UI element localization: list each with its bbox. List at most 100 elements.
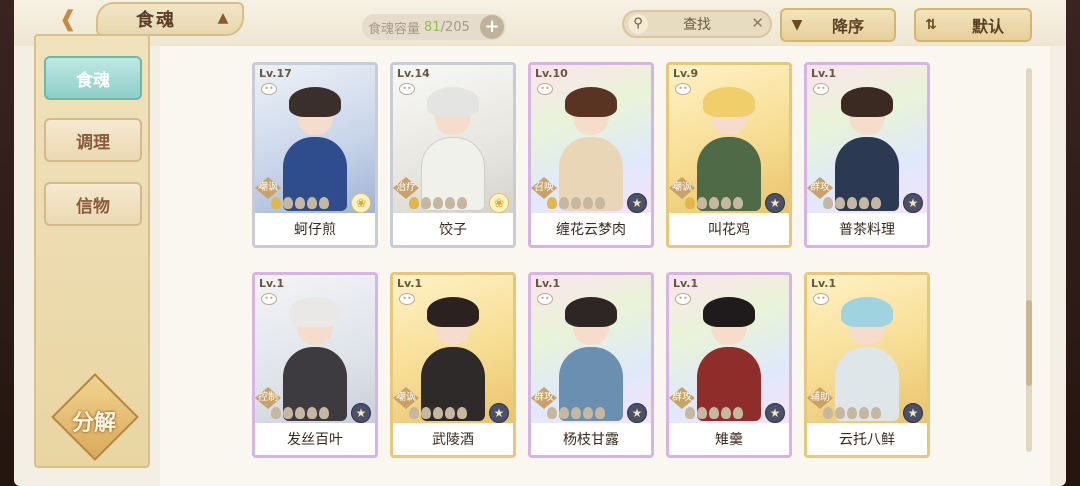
back-arrow-icon[interactable]: ❰ xyxy=(50,6,86,32)
card-level: Lv.1 xyxy=(811,67,837,80)
character-figure xyxy=(553,297,629,421)
card-name: 缠花云梦肉 xyxy=(531,213,651,245)
food-soul-card[interactable]: Lv.1 •• 控制 ★ 发丝百叶 xyxy=(252,272,378,458)
decompose-button[interactable]: 分解 xyxy=(50,373,139,461)
search-label: 查找 xyxy=(683,17,711,33)
clear-search-icon[interactable]: ✕ xyxy=(751,14,764,32)
chat-bubble-icon: •• xyxy=(675,293,691,305)
search-button[interactable]: ⚲ 查找 ✕ xyxy=(622,10,772,38)
sort-mode-label: 默认 xyxy=(972,17,1005,36)
sidebar-tab-token[interactable]: 信物 xyxy=(44,182,142,226)
character-figure xyxy=(691,87,767,211)
moon-element-icon: ★ xyxy=(627,403,647,423)
moon-element-icon: ★ xyxy=(765,193,785,213)
food-soul-card[interactable]: Lv.17 •• 嘲讽 ❀ 蚵仔煎 xyxy=(252,62,378,248)
chat-bubble-icon: •• xyxy=(813,83,829,95)
chat-bubble-icon: •• xyxy=(537,83,553,95)
capacity-current: 81 xyxy=(424,19,441,35)
card-name: 饺子 xyxy=(393,213,513,245)
character-figure xyxy=(277,297,353,421)
moon-element-icon: ★ xyxy=(351,403,371,423)
star-rating xyxy=(409,407,467,421)
card-name: 蚵仔煎 xyxy=(255,213,375,245)
chat-bubble-icon: •• xyxy=(813,293,829,305)
star-rating xyxy=(271,197,329,211)
scrollbar-thumb[interactable] xyxy=(1026,300,1032,386)
hat-icon: ▲ xyxy=(217,10,229,26)
food-soul-card[interactable]: Lv.10 •• 召唤 ★ 缠花云梦肉 xyxy=(528,62,654,248)
chat-bubble-icon: •• xyxy=(261,83,277,95)
sidebar-tab-food-soul[interactable]: 食魂 xyxy=(44,56,142,100)
figure-hair xyxy=(703,297,755,327)
card-level: Lv.1 xyxy=(811,277,837,290)
moon-element-icon: ★ xyxy=(903,193,923,213)
sort-toggle-icon: ⇅ xyxy=(925,17,937,33)
star-rating xyxy=(823,407,881,421)
chat-bubble-icon: •• xyxy=(537,293,553,305)
sidebar-tab-conditioning[interactable]: 调理 xyxy=(44,118,142,162)
card-level: Lv.1 xyxy=(259,277,285,290)
card-level: Lv.1 xyxy=(535,277,561,290)
character-figure xyxy=(829,297,905,421)
figure-hair xyxy=(565,87,617,117)
star-rating xyxy=(271,407,329,421)
card-name: 武陵酒 xyxy=(393,423,513,455)
figure-hair xyxy=(427,87,479,117)
scrollbar[interactable] xyxy=(1026,68,1032,452)
card-level: Lv.1 xyxy=(673,277,699,290)
capacity-total: /205 xyxy=(440,19,470,35)
character-figure xyxy=(553,87,629,211)
figure-hair xyxy=(289,87,341,117)
star-rating xyxy=(685,407,743,421)
sun-element-icon: ❀ xyxy=(489,193,509,213)
card-level: Lv.17 xyxy=(259,67,292,80)
page-title-tab: 食魂 ▲ xyxy=(96,2,244,36)
food-soul-card[interactable]: Lv.9 •• 嘲讽 ★ 叫花鸡 xyxy=(666,62,792,248)
card-name: 叫花鸡 xyxy=(669,213,789,245)
moon-element-icon: ★ xyxy=(627,193,647,213)
star-rating xyxy=(547,407,605,421)
figure-hair xyxy=(841,297,893,327)
food-soul-card[interactable]: Lv.1 •• 群攻 ★ 普茶料理 xyxy=(804,62,930,248)
food-soul-card[interactable]: Lv.1 •• 群攻 ★ 雉羹 xyxy=(666,272,792,458)
moon-element-icon: ★ xyxy=(489,403,509,423)
search-icon: ⚲ xyxy=(628,14,648,34)
card-level: Lv.14 xyxy=(397,67,430,80)
moon-element-icon: ★ xyxy=(903,403,923,423)
sort-mode-button[interactable]: ⇅ 默认 xyxy=(914,8,1032,42)
food-soul-card[interactable]: Lv.1 •• 嘲讽 ★ 武陵酒 xyxy=(390,272,516,458)
character-figure xyxy=(829,87,905,211)
add-capacity-button[interactable]: + xyxy=(480,15,504,39)
page-title: 食魂 xyxy=(136,10,176,31)
star-rating xyxy=(409,197,467,211)
food-soul-card[interactable]: Lv.1 •• 辅助 ★ 云托八鲜 xyxy=(804,272,930,458)
card-name: 普茶料理 xyxy=(807,213,927,245)
chevron-down-icon: ▼ xyxy=(791,17,803,33)
card-name: 雉羹 xyxy=(669,423,789,455)
food-soul-card[interactable]: Lv.1 •• 群攻 ★ 杨枝甘露 xyxy=(528,272,654,458)
decompose-label: 分解 xyxy=(71,410,116,436)
capacity-indicator: 食魂容量 81 /205 + xyxy=(362,14,506,40)
card-name: 杨枝甘露 xyxy=(531,423,651,455)
sort-order-button[interactable]: ▼ 降序 xyxy=(780,8,896,42)
figure-hair xyxy=(289,297,341,327)
sort-order-label: 降序 xyxy=(832,17,865,36)
food-soul-card[interactable]: Lv.14 •• 治疗 ❀ 饺子 xyxy=(390,62,516,248)
star-rating xyxy=(547,197,605,211)
figure-hair xyxy=(565,297,617,327)
card-name: 发丝百叶 xyxy=(255,423,375,455)
chat-bubble-icon: •• xyxy=(675,83,691,95)
chat-bubble-icon: •• xyxy=(261,293,277,305)
capacity-label: 食魂容量 xyxy=(368,21,421,37)
moon-element-icon: ★ xyxy=(765,403,785,423)
chat-bubble-icon: •• xyxy=(399,83,415,95)
sun-element-icon: ❀ xyxy=(351,193,371,213)
card-level: Lv.10 xyxy=(535,67,568,80)
character-figure xyxy=(277,87,353,211)
figure-hair xyxy=(703,87,755,117)
star-rating xyxy=(685,197,743,211)
character-figure xyxy=(691,297,767,421)
sidebar: 食魂 调理 信物 分解 xyxy=(34,34,150,468)
figure-hair xyxy=(841,87,893,117)
card-level: Lv.9 xyxy=(673,67,699,80)
